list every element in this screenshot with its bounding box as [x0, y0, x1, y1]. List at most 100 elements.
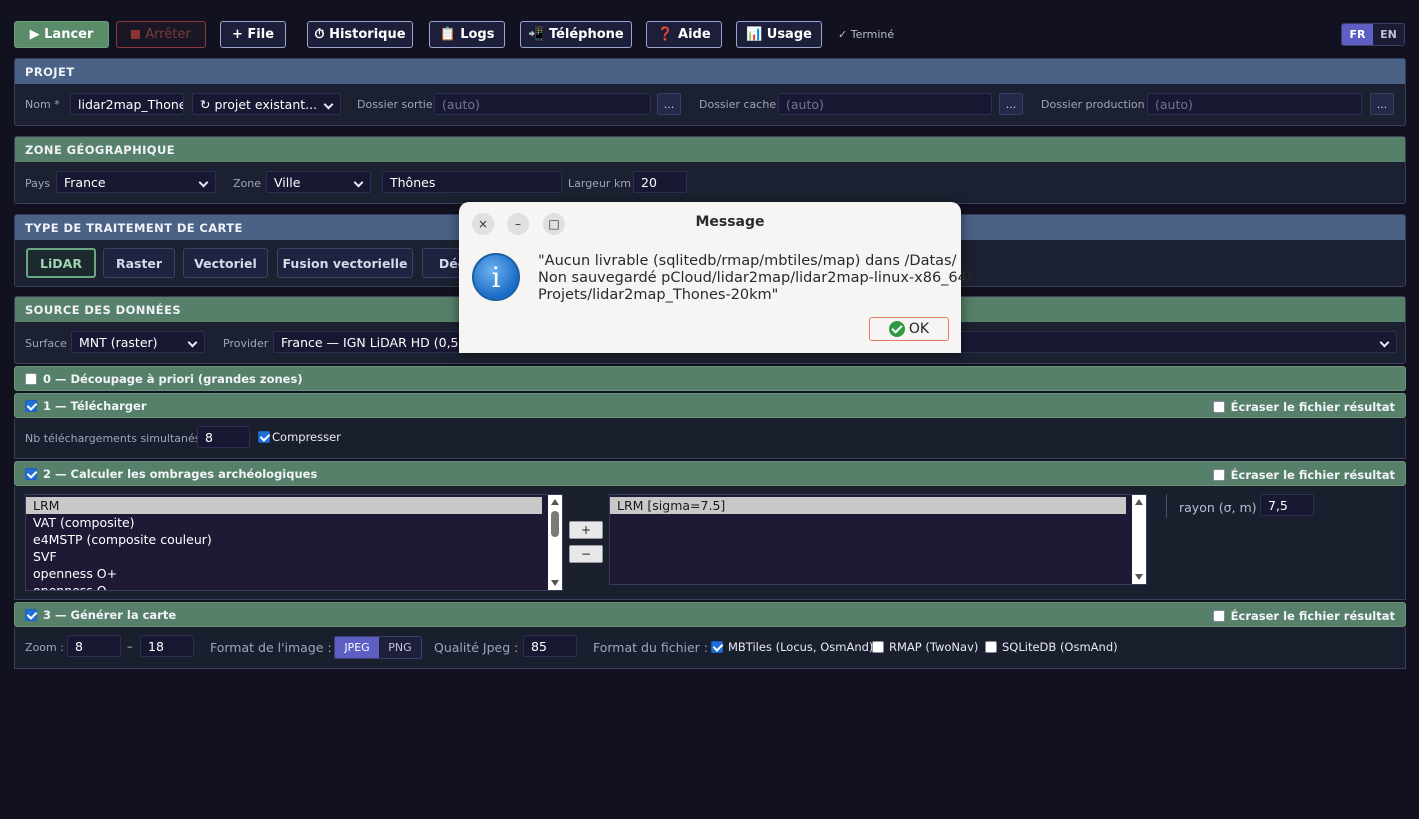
toolbar: ▶ Lancer Arrêter + File ⏱ Historique 📋 L… — [14, 21, 1405, 49]
ok-button[interactable]: OK — [869, 317, 949, 341]
png-option[interactable]: PNG — [379, 637, 421, 658]
project-panel: PROJET Nom * lidar2map_Thones-20km ↻ pro… — [14, 58, 1406, 126]
production-folder-browse-button[interactable]: ... — [1370, 93, 1394, 115]
project-name-input[interactable]: lidar2map_Thones-20km — [70, 93, 184, 115]
image-format-label: Format de l'image : — [210, 640, 332, 655]
step-3-checkbox[interactable] — [25, 608, 37, 621]
step-2: 2 — Calculer les ombrages archéologiques… — [14, 461, 1406, 600]
step-3-label: 3 — Générer la carte — [43, 607, 177, 622]
list-item[interactable]: LRM [sigma=7.5] — [610, 497, 1126, 514]
zone-select[interactable]: Ville — [266, 171, 371, 193]
message-dialog: × – □ Message i "Aucun livrable (sqlited… — [459, 202, 972, 353]
help-button[interactable]: ❓ Aide — [646, 21, 722, 48]
tab-fusion-vectorielle[interactable]: Fusion vectorielle — [277, 248, 413, 278]
list-item[interactable]: openness O- — [26, 582, 562, 590]
rmap-checkbox[interactable] — [872, 641, 884, 653]
width-km-label: Largeur km — [568, 177, 632, 190]
compress-checkbox[interactable] — [258, 431, 270, 443]
scroll-down-icon[interactable] — [1135, 574, 1143, 580]
lang-fr-button[interactable]: FR — [1342, 24, 1373, 45]
production-folder-input[interactable]: (auto) — [1147, 93, 1362, 115]
stop-button[interactable]: Arrêter — [116, 21, 206, 48]
mbtiles-checkbox[interactable] — [711, 641, 723, 653]
ok-label: OK — [908, 321, 930, 337]
production-folder-label: Dossier production — [1041, 98, 1145, 111]
cache-folder-browse-button[interactable]: ... — [999, 93, 1023, 115]
scroll-up-icon[interactable] — [551, 499, 559, 505]
image-format-toggle: JPEG PNG — [334, 636, 422, 659]
step-0-label: 0 — Découpage à priori (grandes zones) — [43, 371, 303, 386]
step-3-overwrite-checkbox[interactable] — [1212, 610, 1225, 622]
lang-en-button[interactable]: EN — [1373, 24, 1404, 45]
selected-list-scrollbar[interactable] — [1132, 495, 1146, 584]
zone-panel: ZONE GÉOGRAPHIQUE Pays France Zone Ville… — [14, 136, 1406, 204]
tab-raster[interactable]: Raster — [103, 248, 175, 278]
logs-button[interactable]: 📋 Logs — [429, 21, 505, 48]
list-item[interactable]: VAT (composite) — [26, 514, 562, 531]
phone-button[interactable]: 📲 Téléphone — [520, 21, 632, 48]
project-panel-title: PROJET — [15, 59, 1405, 84]
surface-label: Surface — [25, 337, 67, 350]
list-item[interactable]: e4MSTP (composite couleur) — [26, 531, 562, 548]
dialog-message: "Aucun livrable (sqlitedb/rmap/mbtiles/m… — [538, 253, 972, 303]
step-0-checkbox[interactable] — [25, 372, 37, 385]
step-1-overwrite-checkbox[interactable] — [1212, 401, 1225, 413]
step-2-label: 2 — Calculer les ombrages archéologiques — [43, 466, 318, 481]
output-folder-input[interactable]: (auto) — [434, 93, 651, 115]
scroll-thumb[interactable] — [551, 511, 559, 537]
simultaneous-downloads-label: Nb téléchargements simultanés — [25, 432, 201, 445]
radius-input[interactable]: 7,5 — [1260, 494, 1314, 516]
existing-project-select[interactable]: ↻ projet existant... — [192, 93, 341, 115]
zoom-min-input[interactable]: 8 — [67, 635, 121, 657]
available-list-scrollbar[interactable] — [548, 495, 562, 590]
zone-panel-title: ZONE GÉOGRAPHIQUE — [15, 137, 1405, 162]
step-1-overwrite-label: Écraser le fichier résultat — [1230, 400, 1395, 414]
step-1-checkbox[interactable] — [25, 399, 37, 412]
step-3-overwrite-label: Écraser le fichier résultat — [1230, 609, 1395, 623]
zoom-max-input[interactable]: 18 — [140, 635, 194, 657]
check-icon — [888, 321, 905, 337]
list-item[interactable]: openness O+ — [26, 565, 562, 582]
remove-shading-button[interactable]: − — [569, 545, 603, 563]
step-3: 3 — Générer la carte Écraser le fichier … — [14, 602, 1406, 669]
stop-label: Arrêter — [145, 27, 191, 42]
cache-folder-input[interactable]: (auto) — [778, 93, 992, 115]
tab-vectoriel[interactable]: Vectoriel — [183, 248, 268, 278]
selected-shadings-list[interactable]: LRM [sigma=7.5] — [609, 494, 1147, 585]
history-button[interactable]: ⏱ Historique — [307, 21, 413, 48]
city-input[interactable]: Thônes — [382, 171, 562, 193]
tab-lidar[interactable]: LiDAR — [26, 248, 96, 278]
simultaneous-downloads-input[interactable]: 8 — [197, 426, 250, 448]
list-item[interactable]: LRM — [26, 497, 542, 514]
jpeg-option[interactable]: JPEG — [335, 637, 379, 658]
jpeg-quality-label: Qualité Jpeg : — [434, 640, 519, 655]
width-km-input[interactable]: 20 — [633, 171, 687, 193]
step-2-checkbox[interactable] — [25, 467, 37, 480]
language-switch: FR EN — [1341, 23, 1405, 46]
stop-icon — [131, 30, 141, 39]
run-button[interactable]: ▶ Lancer — [14, 21, 109, 48]
jpeg-quality-input[interactable]: 85 — [523, 635, 577, 657]
file-button[interactable]: + File — [220, 21, 286, 48]
output-folder-browse-button[interactable]: ... — [657, 93, 681, 115]
list-item[interactable]: SVF — [26, 548, 562, 565]
sqlitedb-label: SQLiteDB (OsmAnd) — [1002, 640, 1118, 654]
scroll-down-icon[interactable] — [551, 580, 559, 586]
usage-button[interactable]: 📊 Usage — [736, 21, 822, 48]
available-shadings-list[interactable]: LRM VAT (composite) e4MSTP (composite co… — [25, 494, 563, 591]
add-shading-button[interactable]: + — [569, 521, 603, 539]
project-name-label: Nom * — [25, 98, 60, 111]
output-folder-label: Dossier sortie — [357, 98, 433, 111]
country-select[interactable]: France — [56, 171, 216, 193]
mbtiles-label: MBTiles (Locus, OsmAnd) — [728, 640, 874, 654]
surface-select[interactable]: MNT (raster) — [71, 331, 205, 353]
step-1: 1 — Télécharger Écraser le fichier résul… — [14, 393, 1406, 459]
country-label: Pays — [25, 177, 51, 190]
step-2-overwrite-checkbox[interactable] — [1212, 469, 1225, 481]
radius-label: rayon (σ, m) — [1179, 500, 1257, 515]
sqlitedb-checkbox[interactable] — [985, 641, 997, 653]
step-1-label: 1 — Télécharger — [43, 398, 147, 413]
scroll-up-icon[interactable] — [1135, 499, 1143, 505]
status-text: ✓ Terminé — [838, 28, 895, 41]
zoom-separator: – — [127, 640, 133, 653]
